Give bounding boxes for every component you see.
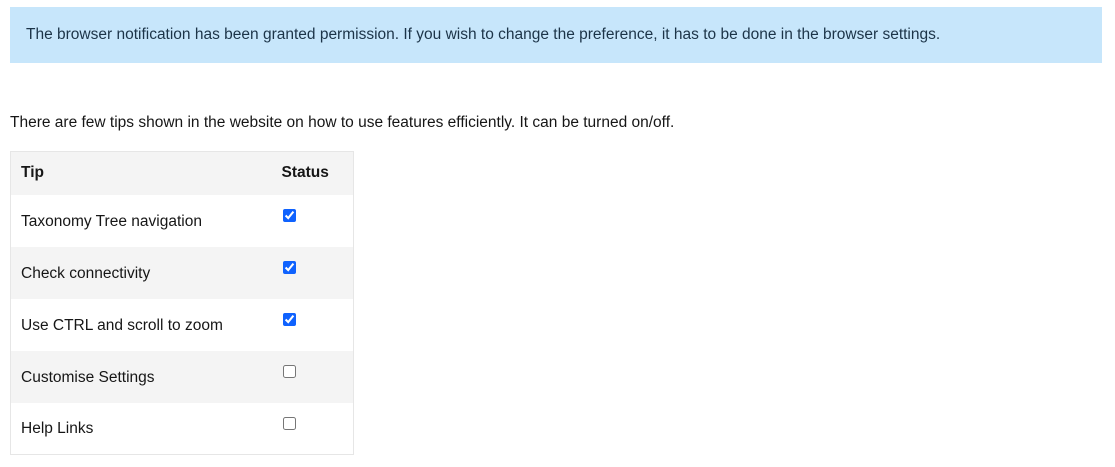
tips-intro-text: There are few tips shown in the website … bbox=[10, 114, 675, 131]
tip-toggle-checkbox[interactable] bbox=[282, 260, 296, 274]
table-row: Use CTRL and scroll to zoom bbox=[10, 298, 354, 351]
status-cell bbox=[271, 246, 354, 299]
column-header-tip: Tip bbox=[10, 151, 272, 195]
status-cell bbox=[271, 194, 354, 247]
tips-table-header-row: Tip Status bbox=[10, 151, 354, 195]
table-row: Customise Settings bbox=[10, 350, 354, 403]
notification-permission-banner: The browser notification has been grante… bbox=[10, 7, 1102, 63]
tips-table: Tip Status Taxonomy Tree navigation Chec… bbox=[10, 151, 354, 455]
status-cell bbox=[271, 298, 354, 351]
tip-label: Customise Settings bbox=[10, 350, 272, 403]
tip-label: Use CTRL and scroll to zoom bbox=[10, 298, 272, 351]
status-cell bbox=[271, 402, 354, 455]
tip-toggle-checkbox[interactable] bbox=[282, 312, 296, 326]
tip-toggle-checkbox[interactable] bbox=[282, 364, 296, 378]
tip-label: Help Links bbox=[10, 402, 272, 455]
table-row: Help Links bbox=[10, 402, 354, 455]
tip-toggle-checkbox[interactable] bbox=[282, 208, 296, 222]
table-row: Check connectivity bbox=[10, 246, 354, 299]
notification-banner-text: The browser notification has been grante… bbox=[26, 26, 941, 43]
tip-label: Taxonomy Tree navigation bbox=[10, 194, 272, 247]
column-header-status: Status bbox=[271, 151, 354, 195]
status-cell bbox=[271, 350, 354, 403]
tip-toggle-checkbox[interactable] bbox=[282, 416, 296, 430]
table-row: Taxonomy Tree navigation bbox=[10, 194, 354, 247]
tip-label: Check connectivity bbox=[10, 246, 272, 299]
